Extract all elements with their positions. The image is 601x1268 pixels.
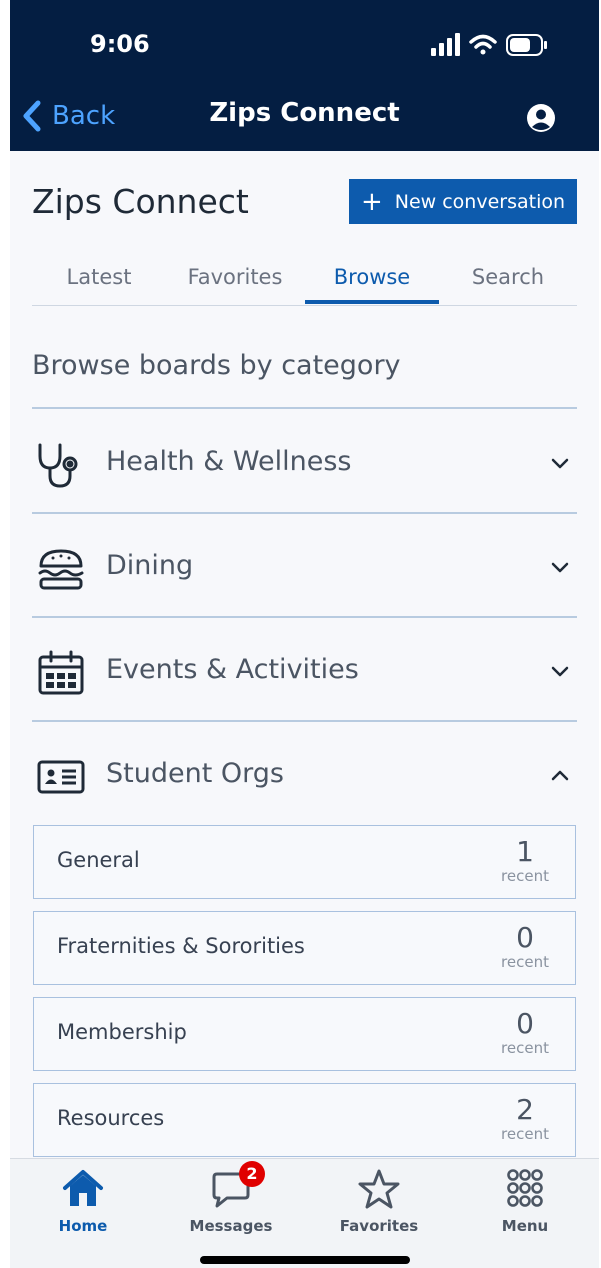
board-general[interactable]: General 1 recent (33, 825, 576, 899)
wifi-icon (469, 34, 497, 55)
calendar-icon (38, 650, 84, 695)
new-conversation-label: New conversation (394, 190, 566, 213)
bottom-tab-label: Messages (189, 1217, 273, 1235)
recent-count-label: recent (501, 1039, 549, 1057)
new-conversation-button[interactable]: + New conversation (349, 179, 577, 224)
battery-icon (506, 34, 547, 56)
star-icon (358, 1169, 400, 1209)
divider (32, 407, 577, 409)
board-name: Membership (57, 1020, 187, 1044)
recent-count-label: recent (501, 867, 549, 885)
category-events-activities[interactable]: Events & Activities (32, 636, 577, 706)
burger-icon (38, 549, 84, 590)
home-icon (63, 1170, 103, 1206)
category-label: Dining (106, 550, 194, 581)
recent-count-number: 1 (516, 835, 534, 868)
bottom-tab-label: Menu (501, 1217, 549, 1235)
tab-favorites[interactable]: Favorites (168, 265, 302, 289)
category-label: Student Orgs (106, 758, 284, 789)
category-student-orgs[interactable]: Student Orgs (32, 740, 577, 810)
bottom-tab-label: Favorites (339, 1217, 419, 1235)
tab-latest[interactable]: Latest (32, 265, 166, 289)
tab-bar: Latest Favorites Browse Search (32, 255, 577, 306)
bottom-tab-messages[interactable]: 2 Messages (176, 1161, 286, 1235)
board-name: Resources (57, 1106, 165, 1130)
plus-icon: + (360, 186, 383, 217)
bottom-tab-home[interactable]: Home (28, 1167, 138, 1235)
recent-count-label: recent (501, 1125, 549, 1143)
recent-count: 2 recent (490, 1093, 560, 1143)
tab-browse[interactable]: Browse (305, 265, 439, 289)
recent-count-number: 2 (516, 1093, 534, 1126)
category-label: Health & Wellness (106, 446, 352, 477)
grid-icon (507, 1169, 543, 1207)
top-bar: 9:06 Back Zips Connect (10, 0, 599, 151)
active-tab-indicator (305, 300, 439, 304)
section-heading: Browse boards by category (32, 350, 401, 381)
board-name: General (57, 848, 140, 872)
board-fraternities-sororities[interactable]: Fraternities & Sororities 0 recent (33, 911, 576, 985)
category-health-wellness[interactable]: Health & Wellness (32, 428, 577, 498)
profile-icon[interactable] (526, 103, 556, 133)
signal-icon (431, 33, 460, 56)
recent-count: 0 recent (490, 1007, 560, 1057)
chevron-down-icon (551, 666, 569, 677)
recent-count: 0 recent (490, 921, 560, 971)
app-screen: 9:06 Back Zips Connect Zips Connect + Ne… (10, 0, 599, 1268)
chevron-down-icon (551, 562, 569, 573)
chat-icon-wrap: 2 (209, 1161, 265, 1211)
divider (32, 512, 577, 514)
page-title: Zips Connect (32, 182, 249, 221)
board-name: Fraternities & Sororities (57, 934, 305, 958)
stethoscope-icon (38, 443, 78, 488)
board-membership[interactable]: Membership 0 recent (33, 997, 576, 1071)
board-resources[interactable]: Resources 2 recent (33, 1083, 576, 1157)
nav-title: Zips Connect (209, 98, 400, 128)
unread-badge: 2 (239, 1161, 265, 1187)
home-indicator (200, 1256, 410, 1264)
divider (32, 720, 577, 722)
category-label: Events & Activities (106, 654, 359, 685)
bottom-tab-label: Home (58, 1217, 108, 1235)
category-dining[interactable]: Dining (32, 532, 577, 602)
divider (32, 616, 577, 618)
recent-count: 1 recent (490, 835, 560, 885)
id-card-icon (37, 760, 85, 794)
recent-count-label: recent (501, 953, 549, 971)
chevron-up-icon (551, 770, 569, 781)
bottom-tab-favorites[interactable]: Favorites (324, 1167, 434, 1235)
status-time: 9:06 (90, 30, 150, 58)
bottom-tab-menu[interactable]: Menu (470, 1167, 580, 1235)
bottom-tab-bar: Home 2 Messages Favorites Menu (10, 1158, 599, 1268)
status-icons (431, 33, 547, 56)
chevron-down-icon (551, 458, 569, 469)
recent-count-number: 0 (516, 1007, 534, 1040)
recent-count-number: 0 (516, 921, 534, 954)
tab-search[interactable]: Search (441, 265, 575, 289)
